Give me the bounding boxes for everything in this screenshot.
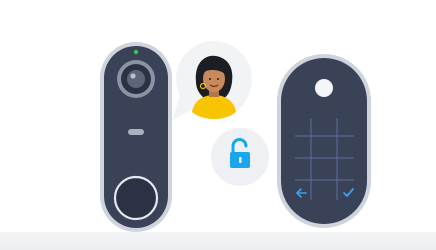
camera-lens-icon bbox=[127, 70, 145, 88]
status-led bbox=[133, 49, 139, 55]
woman-avatar-icon bbox=[192, 55, 236, 119]
padlock-keyhole bbox=[239, 157, 242, 163]
unlock-bubble bbox=[211, 128, 269, 186]
doorbell-sensor bbox=[128, 129, 144, 135]
illustration-canvas bbox=[0, 0, 436, 250]
smart-keypad bbox=[277, 54, 371, 228]
illustration-svg bbox=[100, 41, 371, 232]
eye-right bbox=[217, 78, 219, 80]
keypad-indicator bbox=[315, 79, 333, 97]
video-doorbell bbox=[100, 42, 172, 232]
doorbell-button bbox=[113, 175, 159, 221]
visitor-bubble bbox=[172, 41, 252, 121]
eye-left bbox=[209, 78, 211, 80]
lens-glint bbox=[130, 73, 136, 79]
